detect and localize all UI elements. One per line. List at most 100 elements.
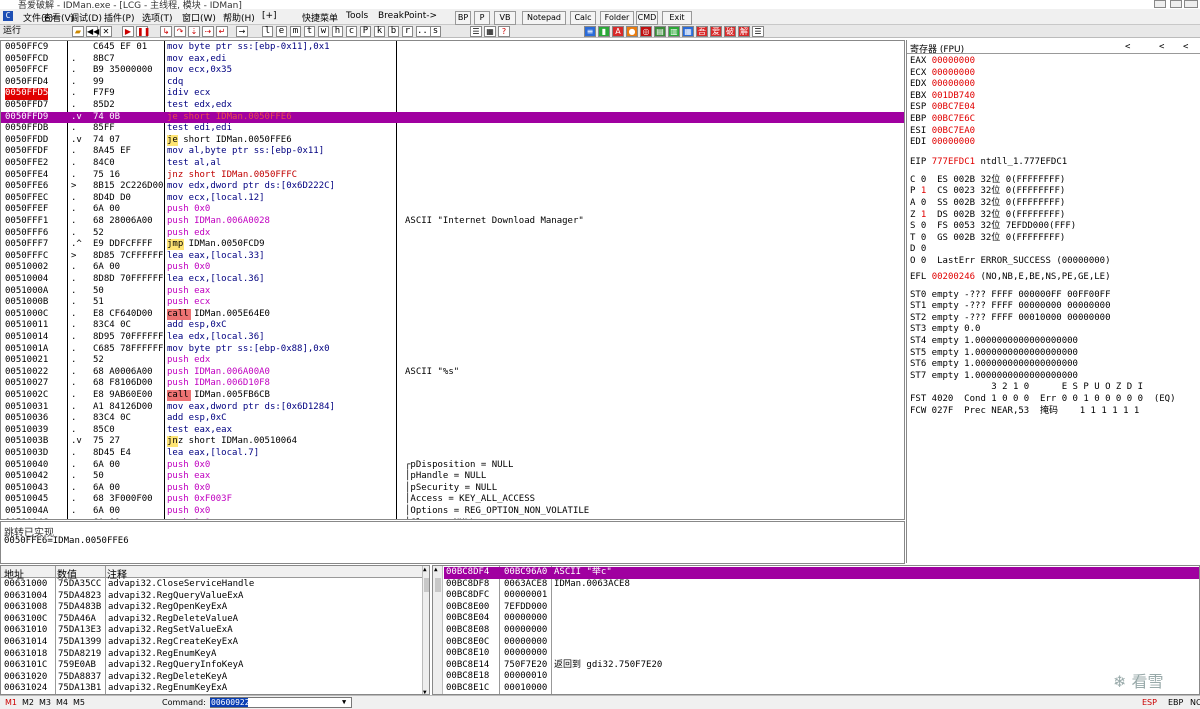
fpu-row[interactable]: FCW 027F Prec NEAR,53 掩码 1 1 1 1 1 1 — [910, 406, 1139, 418]
disasm-row[interactable]: 0050FFD4. 99 cdq — [1, 77, 904, 89]
status-esp[interactable]: ESP — [1142, 698, 1157, 707]
view-button-e[interactable]: e — [276, 26, 287, 37]
plugin-icon-2[interactable]: ▮ — [598, 26, 610, 37]
execute-till-return-icon[interactable]: ↵ — [216, 26, 228, 37]
disasm-row[interactable]: 00510014. 8D95 70FFFFFF lea edx,[local.36] — [1, 332, 904, 344]
view-button-l[interactable]: l — [262, 26, 273, 37]
view-button-P[interactable]: P — [360, 26, 371, 37]
view-button-h[interactable]: h — [332, 26, 343, 37]
menu-item-8[interactable]: 快捷菜单 — [302, 11, 338, 24]
flag-row[interactable]: S 0 FS 0053 32位 7EFDD000(FFF) — [910, 221, 1076, 233]
fpu-row[interactable]: ST1 empty -??? FFFF 00000000 00000000 — [910, 301, 1110, 313]
plugin-icon-13[interactable]: ☰ — [752, 26, 764, 37]
menu-item-9[interactable]: Tools — [346, 11, 368, 21]
flag-row[interactable]: T 0 GS 002B 32位 0(FFFFFFFF) — [910, 233, 1065, 245]
menu-button-notepad[interactable]: Notepad — [522, 11, 566, 25]
disasm-row[interactable]: 0051000C. E8 CF640D00 call IDMan.005E64E0 — [1, 308, 904, 321]
view-button-r[interactable]: r — [402, 26, 413, 37]
register-ecx[interactable]: ECX 00000000 — [910, 68, 975, 80]
disasm-row[interactable]: 0050FFE4. 75 16 jnz short IDMan.0050FFFC — [1, 170, 904, 182]
prev-arrow-icon[interactable]: < — [1125, 42, 1130, 52]
disasm-row[interactable]: 00510027. 68 F8106D00 push IDMan.006D10F8 — [1, 378, 904, 390]
menu-button-exit[interactable]: Exit — [662, 11, 692, 25]
menu-item-4[interactable]: 选项(T) — [142, 11, 173, 24]
disasm-row[interactable]: 0051002C. E8 9AB60E00 call IDMan.005FB6CB — [1, 390, 904, 402]
plugin-icon-10[interactable]: 爱 — [710, 26, 722, 37]
register-ebp[interactable]: EBP 00BC7E6C — [910, 114, 975, 126]
stack-row[interactable]: 00BC8E1C 00010000 — [444, 683, 1199, 694]
disasm-row[interactable]: 00510022. 68 A0006A00 push IDMan.006A00A0 A… — [1, 367, 904, 379]
flag-row[interactable]: C 0 ES 002B 32位 0(FFFFFFFF) — [910, 175, 1065, 187]
disasm-row[interactable]: 0050FFF7 .^ E9 DDFCFFFF jmp IDMan.0050FCD9 — [1, 239, 904, 251]
disasm-row[interactable]: 00510011. 83C4 0C add esp,0xC — [1, 320, 904, 332]
register-esi[interactable]: ESI 00BC7EA0 — [910, 126, 975, 138]
disasm-row[interactable]: 0051000B. 51 push ecx — [1, 297, 904, 309]
stack-scrollbar[interactable]: ▲ — [433, 566, 443, 694]
stack-row[interactable]: 00BC8E10 00000000 — [444, 648, 1199, 660]
disasm-row[interactable]: 0050FFDB. 85FF test edi,edi — [1, 123, 904, 135]
run-icon[interactable]: ▶ — [122, 26, 134, 37]
next-arrow-icon[interactable]: < — [1159, 42, 1164, 52]
list-icon[interactable]: ☰ — [470, 26, 482, 37]
disasm-row[interactable]: 0051004A. 6A 00 push 0x0 │Options = REG_OPT… — [1, 506, 904, 518]
flag-row[interactable]: D 0 — [910, 244, 937, 256]
close-button[interactable] — [1184, 0, 1198, 8]
plugin-icon-9[interactable]: 吾 — [696, 26, 708, 37]
disasm-row[interactable]: 0050FFCF. B9 35000000 mov ecx,0x35 — [1, 65, 904, 77]
fpu-row[interactable]: ST2 empty -??? FFFF 00010000 00000000 — [910, 313, 1110, 325]
fpu-row[interactable]: ST4 empty 1.0000000000000000000 — [910, 336, 1078, 348]
view-button-t[interactable]: t — [304, 26, 315, 37]
fpu-row[interactable]: 3 2 1 0 E S P U O Z D I — [910, 382, 1143, 394]
collapse-arrow-icon[interactable]: < — [1183, 42, 1188, 52]
restore-button[interactable] — [1170, 0, 1182, 8]
menu-item-6[interactable]: 帮助(H) — [223, 11, 255, 24]
plugin-icon-3[interactable]: A — [612, 26, 624, 37]
disasm-row[interactable]: 00510004. 8D8D 70FFFFFF lea ecx,[local.36] — [1, 274, 904, 286]
mark-button-m1[interactable]: M1 — [5, 698, 17, 707]
pause-icon[interactable]: ❚❚ — [136, 26, 150, 37]
plugin-icon-4[interactable]: ● — [626, 26, 638, 37]
disasm-row[interactable]: 00510042. 50 push eax │pHandle = NULL — [1, 471, 904, 483]
stack-row[interactable]: 00BC8E18 00000010 — [444, 671, 1199, 683]
disassembly-pane[interactable]: 0050FFC9 C645 EF 01 mov byte ptr ss:[ebp-0… — [0, 40, 905, 520]
stack-pane[interactable]: ▲ 00BC8DF4 00BC96A0 ASCII "举c" 00BC8DF8 0063… — [432, 565, 1200, 695]
dump-scrollbar[interactable]: ▲ ▼ — [422, 566, 429, 694]
menu-item-3[interactable]: 插件(P) — [104, 11, 134, 24]
plugin-icon-7[interactable]: ▥ — [668, 26, 680, 37]
disasm-row[interactable]: 0051003B .v 75 27 jnz short IDMan.00510064 — [1, 436, 904, 448]
disasm-row[interactable]: 00510039. 85C0 test eax,eax — [1, 425, 904, 437]
rewind-icon[interactable]: ◀◀ — [86, 26, 99, 37]
command-dropdown-icon[interactable]: ▼ — [342, 698, 346, 706]
mark-button-m2[interactable]: M2 — [22, 698, 34, 707]
flag-row[interactable]: Z 1 DS 002B 32位 0(FFFFFFFF) — [910, 210, 1065, 222]
plugin-icon-11[interactable]: 破 — [724, 26, 736, 37]
fpu-row[interactable]: ST7 empty 1.0000000000000000000 — [910, 371, 1078, 383]
register-efl[interactable]: EFL 00200246 (NO,NB,E,BE,NS,PE,GE,LE) — [910, 272, 1111, 284]
disasm-row[interactable]: 0050FFE6 >8B15 2C226D00 mov edx,dword ptr … — [1, 181, 904, 193]
disasm-row[interactable]: 0050FFF6. 52 push edx — [1, 228, 904, 240]
menu-item-10[interactable]: BreakPoint-> — [378, 11, 437, 21]
open-icon[interactable]: ▰ — [72, 26, 84, 37]
disasm-row[interactable]: 00510002. 6A 00 push 0x0 — [1, 262, 904, 274]
dump-pane[interactable]: 地址 数值 注释 ▲ ▼ 00631000 75DA35CC advapi32.Cl… — [0, 565, 430, 695]
disasm-row[interactable]: 0050FFDD .v 74 07 je short IDMan.0050FFE6 — [1, 134, 904, 147]
plugin-icon-8[interactable]: ▦ — [682, 26, 694, 37]
flag-row[interactable]: A 0 SS 002B 32位 0(FFFFFFFF) — [910, 198, 1065, 210]
fpu-row[interactable]: ST5 empty 1.0000000000000000000 — [910, 348, 1078, 360]
fpu-row[interactable]: ST0 empty -??? FFFF 000000FF 00FF00FF — [910, 290, 1110, 302]
stack-row[interactable]: 00BC8DF8 0063ACE8 IDMan.0063ACE8 — [444, 579, 1199, 591]
stack-row[interactable]: 00BC8E08 00000000 — [444, 625, 1199, 637]
plugin-icon-1[interactable]: ≡ — [584, 26, 596, 37]
disasm-row[interactable]: 0050FFEF. 6A 00 push 0x0 — [1, 204, 904, 216]
disasm-row[interactable]: 00510040. 6A 00 push 0x0 ┌pDisposition = NU… — [1, 460, 904, 472]
menu-button-p[interactable]: P — [474, 11, 490, 25]
stack-row[interactable]: 00BC8E0C 00000000 — [444, 637, 1199, 649]
mark-button-m3[interactable]: M3 — [39, 698, 51, 707]
register-ebx[interactable]: EBX 001DB740 — [910, 91, 975, 103]
disasm-row[interactable]: 00510036. 83C4 0C add esp,0xC — [1, 413, 904, 425]
disasm-row[interactable]: 0051001A. C685 78FFFFFF mov byte ptr ss:[e… — [1, 344, 904, 356]
registers-pane[interactable]: 寄存器 (FPU) < < < EAX 00000000 ECX 00000000… — [906, 40, 1200, 563]
menu-item-2[interactable]: 调试(D) — [70, 11, 102, 24]
view-button-m[interactable]: m — [290, 26, 301, 37]
view-button-w[interactable]: w — [318, 26, 329, 37]
